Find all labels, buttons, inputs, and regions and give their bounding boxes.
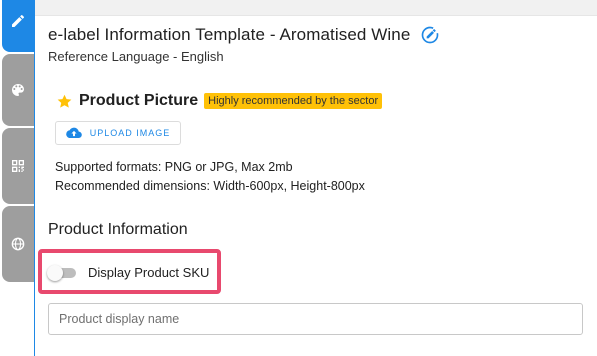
tab-design[interactable] bbox=[2, 54, 34, 126]
upload-image-label: UPLOAD IMAGE bbox=[89, 128, 171, 138]
reference-language: Reference Language - English bbox=[48, 49, 224, 64]
sidebar-tab-rail bbox=[0, 0, 34, 356]
cloud-upload-icon bbox=[65, 127, 82, 138]
globe-icon bbox=[11, 237, 25, 251]
upload-image-button[interactable]: UPLOAD IMAGE bbox=[55, 121, 181, 145]
tab-language[interactable] bbox=[2, 206, 34, 282]
recommended-dimensions-text: Recommended dimensions: Width-600px, Hei… bbox=[55, 179, 365, 193]
product-picture-title: Product Picture bbox=[79, 92, 199, 109]
product-display-name-input[interactable] bbox=[48, 303, 583, 335]
top-strip bbox=[35, 0, 597, 16]
display-sku-toggle[interactable] bbox=[47, 265, 76, 281]
page-title: e-label Information Template - Aromatise… bbox=[48, 25, 411, 44]
product-information-title: Product Information bbox=[48, 221, 188, 238]
template-editor-panel: e-label Information Template - Aromatise… bbox=[34, 0, 597, 356]
display-sku-label: Display Product SKU bbox=[88, 265, 210, 280]
tab-edit[interactable] bbox=[2, 0, 34, 52]
display-sku-highlight: Display Product SKU bbox=[38, 249, 221, 294]
pencil-icon bbox=[12, 14, 25, 27]
image-requirements: Supported formats: PNG or JPG, Max 2mb R… bbox=[55, 158, 365, 196]
product-picture-header: Product Picture Highly recommended by th… bbox=[56, 92, 383, 110]
toggle-knob bbox=[47, 265, 63, 281]
edit-title-icon[interactable] bbox=[420, 25, 440, 45]
recommended-badge: Highly recommended by the sector bbox=[204, 93, 383, 109]
template-header: e-label Information Template - Aromatise… bbox=[48, 25, 440, 45]
star-icon bbox=[57, 94, 72, 108]
tab-qr[interactable] bbox=[2, 128, 34, 204]
palette-icon bbox=[12, 84, 24, 96]
supported-formats-text: Supported formats: PNG or JPG, Max 2mb bbox=[55, 160, 293, 174]
qr-code-icon bbox=[12, 160, 24, 172]
